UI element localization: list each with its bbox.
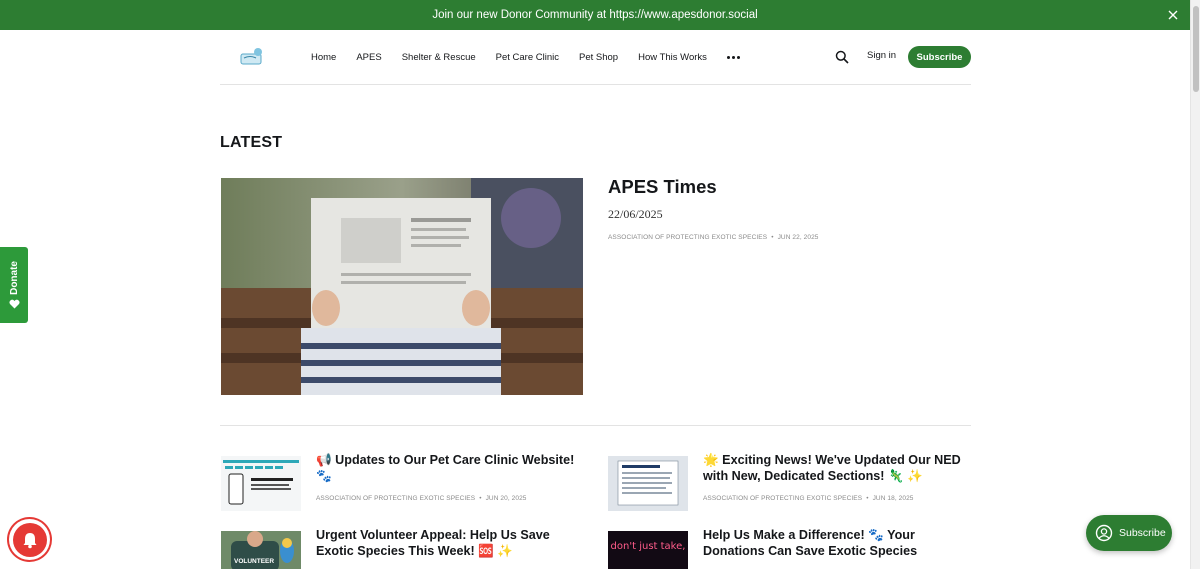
section-divider	[220, 425, 971, 426]
donate-tab[interactable]: Donate	[0, 247, 28, 323]
featured-post-excerpt: 22/06/2025	[608, 207, 663, 221]
scrollbar[interactable]	[1190, 0, 1200, 569]
post-meta: ASSOCIATION OF PROTECTING EXOTIC SPECIES…	[703, 495, 914, 502]
post-thumbnail[interactable]: VOLUNTEER	[221, 531, 301, 569]
post-title[interactable]: 📢 Updates to Our Pet Care Clinic Website…	[316, 452, 586, 484]
featured-post-meta: ASSOCIATION OF PROTECTING EXOTIC SPECIES…	[608, 234, 819, 241]
search-icon[interactable]	[835, 50, 849, 64]
post-title[interactable]: Help Us Make a Difference! 🐾 Your Donati…	[703, 527, 973, 559]
post-meta: ASSOCIATION OF PROTECTING EXOTIC SPECIES…	[316, 495, 527, 502]
site-logo[interactable]	[240, 46, 264, 66]
neon-sign-text: don't just take,	[611, 541, 686, 552]
post-thumbnail[interactable]: don't just take,	[608, 531, 688, 569]
nav-apes[interactable]: APES	[356, 52, 381, 63]
more-icon[interactable]	[726, 55, 740, 59]
volunteer-shirt-text: VOLUNTEER	[234, 558, 274, 565]
post-date: JUN 20, 2025	[485, 495, 527, 502]
post-thumbnail[interactable]	[608, 456, 688, 511]
nav-how-this-works[interactable]: How This Works	[638, 52, 707, 63]
portal-subscribe-button[interactable]: Subscribe	[1086, 515, 1172, 551]
heart-icon	[8, 299, 20, 309]
notification-bell-button[interactable]	[9, 519, 50, 560]
portal-subscribe-label: Subscribe	[1119, 527, 1166, 539]
sign-in-link[interactable]: Sign in	[867, 50, 896, 61]
post-author[interactable]: ASSOCIATION OF PROTECTING EXOTIC SPECIES	[703, 495, 862, 502]
account-icon	[1095, 524, 1113, 542]
bell-icon	[23, 532, 36, 548]
featured-post-title[interactable]: APES Times	[608, 176, 717, 198]
meta-separator: •	[866, 495, 869, 502]
nav-home[interactable]: Home	[311, 52, 336, 63]
donate-label: Donate	[8, 261, 20, 295]
section-title: LATEST	[220, 134, 283, 151]
post-title[interactable]: Urgent Volunteer Appeal: Help Us Save Ex…	[316, 527, 586, 559]
featured-image[interactable]	[221, 178, 583, 395]
scrollbar-thumb[interactable]	[1193, 6, 1199, 92]
announcement-bar: Join our new Donor Community at https://…	[0, 0, 1190, 30]
main-menu: Home APES Shelter & Rescue Pet Care Clin…	[311, 30, 740, 84]
post-date: JUN 22, 2025	[777, 234, 819, 241]
subscribe-button[interactable]: Subscribe	[908, 46, 971, 68]
close-icon[interactable]	[1166, 8, 1180, 22]
announcement-text[interactable]: Join our new Donor Community at https://…	[432, 9, 757, 21]
meta-separator: •	[771, 234, 774, 241]
nav-pet-shop[interactable]: Pet Shop	[579, 52, 618, 63]
nav-shelter-rescue[interactable]: Shelter & Rescue	[402, 52, 476, 63]
meta-separator: •	[479, 495, 482, 502]
nav-pet-care-clinic[interactable]: Pet Care Clinic	[496, 52, 559, 63]
post-thumbnail[interactable]	[221, 456, 301, 511]
post-author[interactable]: ASSOCIATION OF PROTECTING EXOTIC SPECIES	[608, 234, 767, 241]
post-title[interactable]: 🌟 Exciting News! We've Updated Our NED w…	[703, 452, 973, 484]
post-author[interactable]: ASSOCIATION OF PROTECTING EXOTIC SPECIES	[316, 495, 475, 502]
post-date: JUN 18, 2025	[872, 495, 914, 502]
site-header: Home APES Shelter & Rescue Pet Care Clin…	[220, 30, 971, 85]
